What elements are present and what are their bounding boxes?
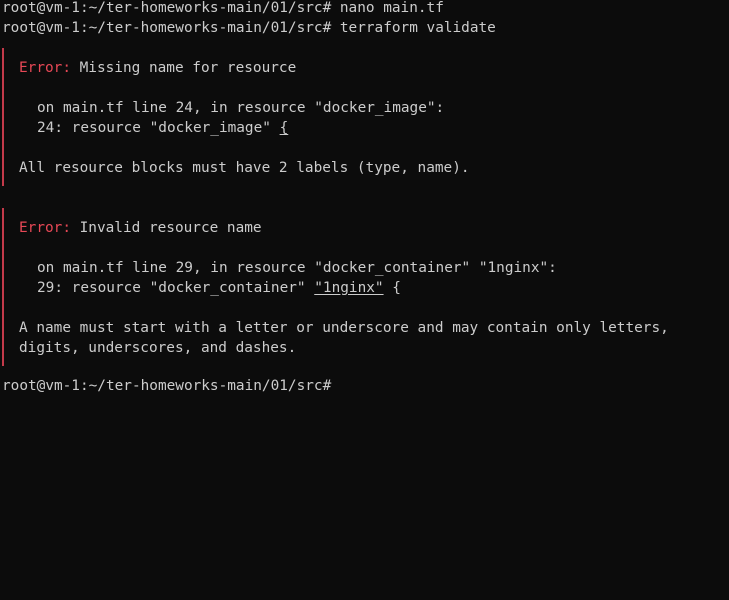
error-detail-line: All resource blocks must have 2 labels (… [19, 160, 470, 176]
error-code-highlight: { [279, 120, 289, 136]
error-detail-line: digits, underscores, and dashes. [19, 340, 297, 356]
shell-prompt[interactable]: root@vm-1:~/ter-homeworks-main/01/src# [2, 376, 331, 396]
error-location: on main.tf line 29, in resource "docker_… [37, 260, 557, 276]
error-summary: Invalid resource name [70, 220, 262, 236]
error-code-highlight: "1nginx" [314, 280, 384, 296]
command-line-validate: root@vm-1:~/ter-homeworks-main/01/src# t… [2, 20, 496, 36]
error-bar [2, 208, 4, 366]
command-line-nano: root@vm-1:~/ter-homeworks-main/01/src# n… [2, 0, 444, 16]
error-code-prefix: 24: resource "docker_image" [37, 120, 280, 136]
error-location: on main.tf line 24, in resource "docker_… [37, 100, 445, 116]
error-label: Error: [19, 60, 71, 76]
error-summary: Missing name for resource [70, 60, 297, 76]
error-title: Error: Invalid resource name [19, 218, 262, 238]
error-code-prefix: 29: resource "docker_container" [37, 280, 315, 296]
error-label: Error: [19, 220, 71, 236]
error-detail-line: A name must start with a letter or under… [19, 320, 669, 336]
error-bar [2, 48, 4, 186]
terminal-window[interactable]: root@vm-1:~/ter-homeworks-main/01/src# n… [0, 0, 729, 426]
error-code-line: 29: resource "docker_container" "1nginx"… [37, 278, 401, 298]
error-title: Error: Missing name for resource [19, 58, 296, 78]
error-code-line: 24: resource "docker_image" { [37, 118, 288, 138]
error-code-suffix: { [383, 280, 401, 296]
